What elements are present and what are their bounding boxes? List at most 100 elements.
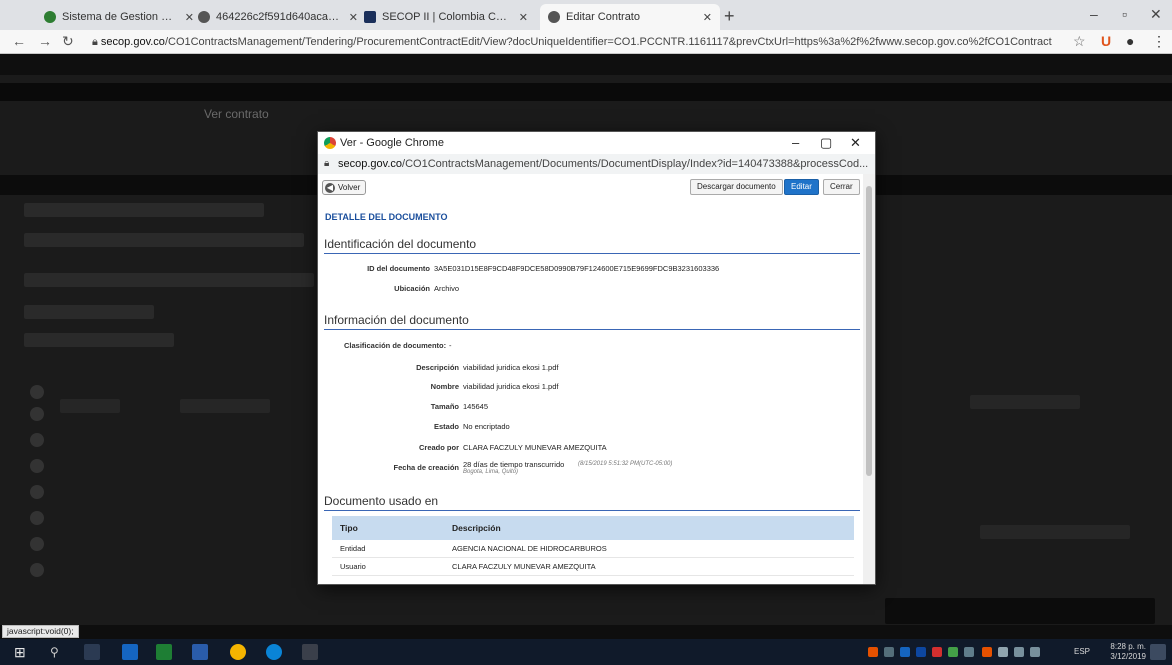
editar-button[interactable]: Editar — [784, 179, 819, 195]
popup-content: ◀ Volver Descargar documento Editar Cerr… — [318, 174, 863, 584]
tray-icon[interactable] — [964, 647, 974, 657]
popup-url-bar[interactable]: 🔒︎ secop.gov.co/CO1ContractsManagement/Do… — [318, 154, 875, 174]
popup-maximize-button[interactable]: ▢ — [820, 132, 832, 154]
creado-label: Creado por — [418, 443, 459, 452]
app-icon[interactable] — [302, 644, 318, 660]
bg-row — [24, 233, 304, 247]
popup-close-button[interactable]: ✕ — [850, 132, 861, 154]
taskbar-clock[interactable]: 8:28 p. m. 3/12/2019 — [1110, 642, 1146, 662]
cell-tipo: Entidad — [340, 544, 366, 553]
notifications-icon[interactable] — [1150, 644, 1166, 660]
section-identificacion: Identificación del documento — [324, 237, 860, 254]
table-row: Usuario CLARA FACZULY MUNEVAR AMEZQUITA — [332, 558, 854, 576]
tab-favicon-icon — [364, 11, 376, 23]
bg-breadcrumb: Ver contrato — [204, 107, 269, 121]
back-arrow-icon: ◀ — [325, 182, 335, 193]
popup-url-host: secop.gov.co — [338, 158, 403, 170]
scrollbar-thumb[interactable] — [866, 186, 872, 476]
column-header-descripcion: Descripción — [452, 523, 501, 533]
bg-row — [980, 525, 1130, 539]
descargar-documento-button[interactable]: Descargar documento — [690, 179, 783, 195]
bg-step-circle — [30, 407, 44, 421]
clasificacion-value: - — [449, 341, 452, 350]
clasificacion-label: Clasificación de documento: — [344, 341, 447, 350]
fecha-detail: (8/15/2019 5:51:32 PM(UTC-05:00) — [578, 461, 673, 467]
back-arrow-icon[interactable]: ← — [12, 33, 26, 49]
reload-icon[interactable]: ↻ — [62, 33, 74, 50]
estado-label: Estado — [433, 422, 459, 431]
tamano-value: 145645 — [463, 402, 489, 411]
clock-date: 3/12/2019 — [1110, 652, 1146, 661]
bg-menu-bar — [0, 83, 1172, 101]
extension-shield-icon[interactable]: U — [1101, 33, 1111, 49]
table-row: Entidad AGENCIA NACIONAL DE HIDROCARBURO… — [332, 540, 854, 558]
bg-step-circle — [30, 459, 44, 473]
clock-time: 8:28 p. m. — [1110, 642, 1146, 651]
tray-icon[interactable] — [998, 647, 1008, 657]
popup-window-title: Ver - Google Chrome — [340, 137, 444, 149]
tray-icon[interactable] — [868, 647, 878, 657]
cell-tipo: Usuario — [340, 562, 366, 571]
bg-step-circle — [30, 563, 44, 577]
tab-close-icon[interactable]: ✕ — [703, 11, 712, 24]
skype-icon[interactable] — [266, 644, 282, 660]
chrome-icon[interactable] — [230, 644, 246, 660]
tab-title: Editar Contrato — [566, 11, 640, 23]
search-icon[interactable]: ⚲ — [50, 644, 66, 660]
wifi-icon[interactable] — [1014, 647, 1024, 657]
fecha-value: 28 días de tiempo transcurrido — [463, 460, 565, 469]
menu-kebab-icon[interactable]: ⋮ — [1152, 33, 1166, 50]
excel-icon[interactable] — [156, 644, 172, 660]
tab-secop[interactable]: SECOP II | Colombia Compra Efi... ✕ — [356, 4, 536, 30]
bg-row — [24, 333, 174, 347]
url-field[interactable]: 🔒︎ secop.gov.co/CO1ContractsManagement/T… — [92, 32, 1052, 52]
fecha-label: Fecha de creación — [393, 463, 459, 472]
popup-scrollbar[interactable] — [863, 174, 875, 584]
tray-icon[interactable] — [884, 647, 894, 657]
bg-row — [24, 305, 154, 319]
tray-icon[interactable] — [916, 647, 926, 657]
address-bar: ← → ↻ 🔒︎ secop.gov.co/CO1ContractsManage… — [0, 30, 1172, 54]
close-window-button[interactable]: ✕ — [1150, 6, 1162, 23]
popup-url-path: /CO1ContractsManagement/Documents/Docume… — [402, 158, 869, 170]
minimize-button[interactable]: – — [1090, 6, 1098, 22]
forward-arrow-icon[interactable]: → — [38, 33, 52, 49]
tab-document-hash[interactable]: 464226c2f591d640aca9ab6de4... ✕ — [190, 4, 366, 30]
new-tab-button[interactable]: + — [724, 6, 735, 27]
bg-step-circle — [30, 511, 44, 525]
tray-icon[interactable] — [932, 647, 942, 657]
word-icon[interactable] — [192, 644, 208, 660]
usage-table: Tipo Descripción Entidad AGENCIA NACIONA… — [332, 516, 854, 576]
bg-row — [180, 399, 270, 413]
creado-value: CLARA FACZULY MUNEVAR AMEZQUITA — [463, 443, 607, 452]
document-popup-window: Ver - Google Chrome – ▢ ✕ 🔒︎ secop.gov.co… — [318, 132, 875, 584]
nombre-value: viabilidad juridica ekosi 1.pdf — [463, 382, 559, 391]
cerrar-button[interactable]: Cerrar — [823, 179, 860, 195]
tab-favicon-icon — [198, 11, 210, 23]
tab-close-icon[interactable]: ✕ — [519, 11, 528, 24]
descripcion-label: Descripción — [416, 363, 459, 372]
popup-minimize-button[interactable]: – — [792, 132, 799, 154]
tab-editar-contrato[interactable]: Editar Contrato ✕ — [540, 4, 720, 30]
browser-tab-bar: Sistema de Gestion Documental ✕ 464226c2… — [0, 0, 1172, 30]
language-indicator[interactable]: ESP — [1074, 647, 1090, 656]
windows-taskbar: ⊞ ⚲ ESP 8:28 p. m. 3/12/2019 — [0, 639, 1172, 665]
outlook-icon[interactable] — [122, 644, 138, 660]
volume-icon[interactable] — [1030, 647, 1040, 657]
maximize-button[interactable]: ▫ — [1122, 6, 1127, 22]
tray-icon[interactable] — [948, 647, 958, 657]
task-view-icon[interactable] — [84, 644, 100, 660]
windows-start-icon[interactable]: ⊞ — [14, 644, 30, 660]
volver-button[interactable]: ◀ Volver — [322, 180, 367, 195]
column-header-tipo: Tipo — [340, 523, 358, 533]
tray-icon[interactable] — [900, 647, 910, 657]
bookmark-star-icon[interactable]: ☆ — [1073, 33, 1086, 50]
bg-row — [970, 395, 1080, 409]
profile-icon[interactable]: ● — [1126, 33, 1134, 49]
tab-sistema-gestion[interactable]: Sistema de Gestion Documental ✕ — [36, 4, 202, 30]
nombre-label: Nombre — [430, 382, 459, 391]
bg-row — [24, 273, 314, 287]
url-path: /CO1ContractsManagement/Tendering/Procur… — [164, 36, 1052, 48]
tray-icon[interactable] — [982, 647, 992, 657]
section-documento-usado: Documento usado en — [324, 494, 860, 511]
